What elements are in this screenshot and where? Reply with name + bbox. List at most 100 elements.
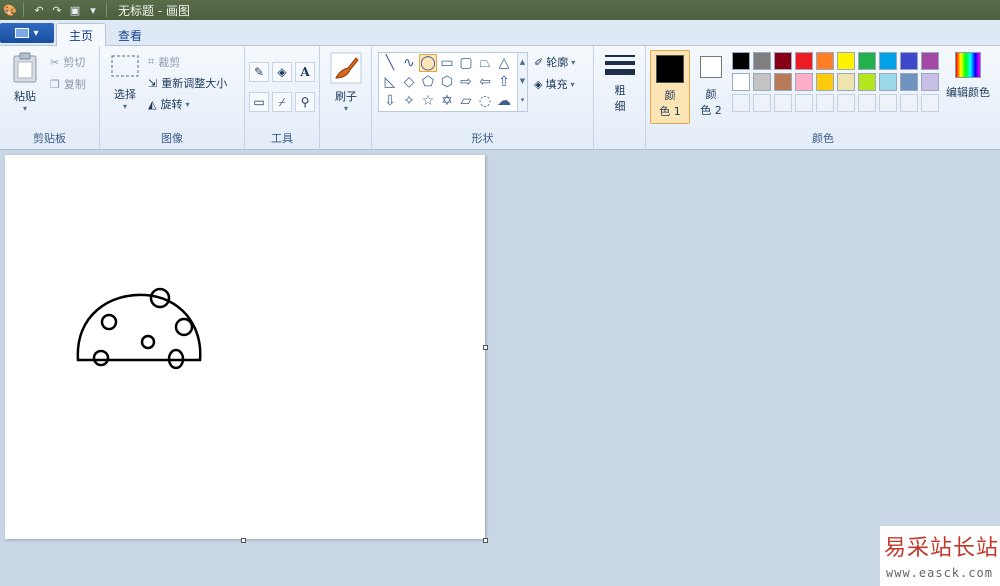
image-group-label: 图像 <box>161 132 183 145</box>
magnifier-icon[interactable]: ⚲ <box>295 92 315 112</box>
resize-handle-corner[interactable] <box>483 538 488 543</box>
four-point-star-shape-icon[interactable]: ✧ <box>400 92 418 110</box>
palette-custom-slot[interactable] <box>837 94 855 112</box>
left-arrow-shape-icon[interactable]: ⇦ <box>476 73 494 91</box>
select-button[interactable]: 选择 ▾ <box>108 54 142 120</box>
rectangle-shape-icon[interactable]: ▭ <box>438 54 456 72</box>
rounded-rectangle-shape-icon[interactable]: ▢ <box>457 54 475 72</box>
cloud-callout-shape-icon[interactable]: ☁ <box>495 92 513 110</box>
rectangle-callout-shape-icon[interactable]: ▱ <box>457 92 475 110</box>
undo-icon[interactable]: ↶ <box>31 2 47 18</box>
palette-custom-slot[interactable] <box>879 94 897 112</box>
brushes-button[interactable]: 刷子 ▾ <box>328 52 364 122</box>
palette-color-swatch[interactable] <box>816 73 834 91</box>
palette-color-swatch[interactable] <box>921 73 939 91</box>
color2-button[interactable]: 颜 色 2 <box>694 50 728 124</box>
brushes-group: 刷子 ▾ <box>320 46 372 150</box>
shapes-gallery[interactable]: ╲ ∿ ◯ ▭ ▢ ⏢ △ ◺ ◇ ⬠ ⬡ ⇨ ⇦ ⇧ ⇩ ✧ ☆ ✡ ▱ ◌ … <box>378 52 528 112</box>
tab-view[interactable]: 查看 <box>106 23 154 47</box>
cut-button[interactable]: ✂ 剪切 <box>50 54 85 70</box>
paint-app-icon[interactable]: 🎨 <box>2 2 18 18</box>
pentagon-shape-icon[interactable]: ⬠ <box>419 73 437 91</box>
up-arrow-shape-icon[interactable]: ⇧ <box>495 73 513 91</box>
diamond-shape-icon[interactable]: ◇ <box>400 73 418 91</box>
palette-color-swatch[interactable] <box>774 52 792 70</box>
down-arrow-shape-icon[interactable]: ⇩ <box>381 92 399 110</box>
palette-color-swatch[interactable] <box>753 52 771 70</box>
five-point-star-shape-icon[interactable]: ☆ <box>419 92 437 110</box>
line-shape-icon[interactable]: ╲ <box>381 54 399 72</box>
scroll-up-icon[interactable]: ▲ <box>518 53 527 72</box>
palette-custom-slot[interactable] <box>753 94 771 112</box>
size-button[interactable]: 粗 细 <box>602 52 638 124</box>
title-bar: 🎨 ↶ ↷ ▣ ▾ 无标题 - 画图 <box>0 0 1000 20</box>
six-point-star-shape-icon[interactable]: ✡ <box>438 92 456 110</box>
palette-color-swatch[interactable] <box>795 52 813 70</box>
color-picker-icon[interactable]: ⌿ <box>272 92 292 112</box>
curve-shape-icon[interactable]: ∿ <box>400 54 418 72</box>
color1-swatch <box>656 55 684 83</box>
redo-icon[interactable]: ↷ <box>49 2 65 18</box>
palette-color-swatch[interactable] <box>858 52 876 70</box>
rotate-button[interactable]: ◭ 旋转 ▾ <box>148 96 189 112</box>
drawn-circle <box>140 334 156 350</box>
oval-callout-shape-icon[interactable]: ◌ <box>476 92 494 110</box>
right-arrow-shape-icon[interactable]: ⇨ <box>457 73 475 91</box>
paint-menu-button[interactable]: ▾ <box>0 23 54 43</box>
hexagon-shape-icon[interactable]: ⬡ <box>438 73 456 91</box>
palette-color-swatch[interactable] <box>837 73 855 91</box>
customize-quick-access-icon[interactable]: ▾ <box>85 2 101 18</box>
pencil-icon[interactable]: ✎ <box>249 62 269 82</box>
palette-color-swatch[interactable] <box>795 73 813 91</box>
cut-label: 剪切 <box>63 56 86 69</box>
resize-handle-bottom[interactable] <box>241 538 246 543</box>
color1-button[interactable]: 颜 色 1 <box>650 50 690 124</box>
paste-button[interactable]: 粘贴 ▾ <box>6 52 44 122</box>
chevron-down-icon: ▾ <box>22 104 27 113</box>
palette-color-swatch[interactable] <box>858 73 876 91</box>
fill-bucket-icon[interactable]: ◈ <box>272 62 292 82</box>
palette-color-swatch[interactable] <box>774 73 792 91</box>
color2-swatch <box>700 56 722 78</box>
palette-color-swatch[interactable] <box>816 52 834 70</box>
text-tool-icon[interactable]: A <box>295 62 315 82</box>
edit-colors-button[interactable]: 编辑颜色 <box>942 52 994 112</box>
palette-color-swatch[interactable] <box>879 73 897 91</box>
resize-handle-right[interactable] <box>483 345 488 350</box>
palette-custom-slot[interactable] <box>795 94 813 112</box>
chevron-down-icon: ▾ <box>185 99 190 109</box>
crop-button[interactable]: ⌗ 裁剪 <box>148 54 180 70</box>
outline-button[interactable]: ✐ 轮廓 ▾ <box>534 54 575 70</box>
drawn-circle <box>100 313 118 331</box>
palette-color-swatch[interactable] <box>900 73 918 91</box>
palette-color-swatch[interactable] <box>900 52 918 70</box>
palette-color-swatch[interactable] <box>837 52 855 70</box>
eraser-icon[interactable]: ▭ <box>249 92 269 112</box>
palette-color-swatch[interactable] <box>753 73 771 91</box>
palette-color-swatch[interactable] <box>732 52 750 70</box>
save-icon[interactable]: ▣ <box>67 2 83 18</box>
palette-custom-slot[interactable] <box>732 94 750 112</box>
palette-custom-slot[interactable] <box>921 94 939 112</box>
palette-custom-slot[interactable] <box>858 94 876 112</box>
polygon-shape-icon[interactable]: ⏢ <box>476 54 494 72</box>
resize-button[interactable]: ⇲ 重新调整大小 <box>148 75 227 91</box>
copy-button[interactable]: ❐ 复制 <box>50 76 86 92</box>
palette-custom-slot[interactable] <box>816 94 834 112</box>
shapes-scroll[interactable]: ▲ ▼ ▾ <box>517 53 527 111</box>
crop-icon: ⌗ <box>148 55 155 68</box>
resize-icon: ⇲ <box>148 76 158 90</box>
scroll-down-icon[interactable]: ▼ <box>518 72 527 91</box>
palette-color-swatch[interactable] <box>921 52 939 70</box>
fill-button[interactable]: ◈ 填充 ▾ <box>534 76 574 92</box>
palette-custom-slot[interactable] <box>900 94 918 112</box>
drawing-canvas[interactable] <box>5 155 485 539</box>
palette-color-swatch[interactable] <box>732 73 750 91</box>
tab-home[interactable]: 主页 <box>56 23 107 47</box>
right-triangle-shape-icon[interactable]: ◺ <box>381 73 399 91</box>
oval-shape-icon[interactable]: ◯ <box>419 54 437 72</box>
triangle-shape-icon[interactable]: △ <box>495 54 513 72</box>
expand-gallery-icon[interactable]: ▾ <box>518 91 527 110</box>
palette-color-swatch[interactable] <box>879 52 897 70</box>
palette-custom-slot[interactable] <box>774 94 792 112</box>
